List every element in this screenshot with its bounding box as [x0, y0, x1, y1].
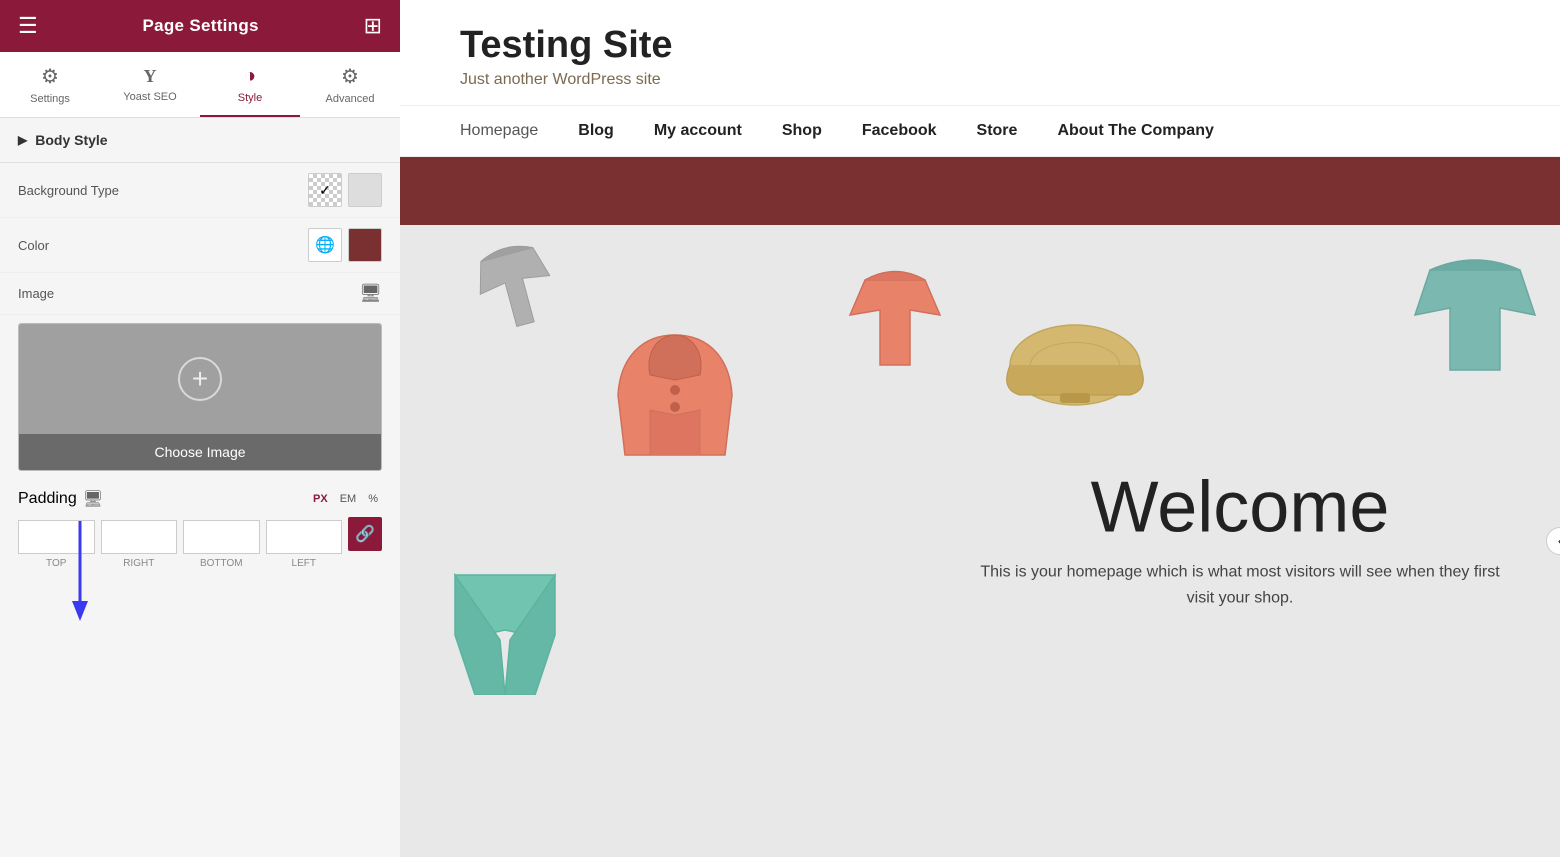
tab-style-label: Style [238, 92, 262, 104]
site-nav: Homepage Blog My account Shop Facebook S… [400, 105, 1560, 157]
hamburger-icon[interactable]: ☰ [18, 13, 38, 39]
tab-advanced-label: Advanced [326, 93, 375, 105]
padding-bottom-label: BOTTOM [200, 558, 243, 569]
image-controls: 🖥 [359, 283, 382, 304]
nav-facebook[interactable]: Facebook [862, 122, 937, 140]
grid-icon[interactable]: ⊞ [364, 13, 382, 39]
clothing-gray-shirt [470, 235, 560, 335]
hero-text: Welcome This is your homepage which is w… [980, 471, 1500, 610]
sidebar: ☰ Page Settings ⊞ ⚙ Settings Y Yoast SEO… [0, 0, 400, 857]
clothing-teal-shirt [1410, 240, 1540, 380]
padding-label-group: Padding 🖥 [18, 489, 103, 509]
background-type-row: Background Type ✓ [0, 163, 400, 218]
tab-yoast-seo[interactable]: Y Yoast SEO [100, 52, 200, 117]
site-tagline: Just another WordPress site [460, 71, 1500, 89]
page-settings-title: Page Settings [142, 16, 258, 36]
style-icon: ◑ [244, 65, 256, 88]
unit-px-btn[interactable]: PX [309, 491, 332, 507]
padding-top-input[interactable] [18, 520, 95, 554]
background-type-image-btn[interactable] [348, 173, 382, 207]
tab-yoast-label: Yoast SEO [123, 91, 176, 103]
hero-content: ‹ [400, 225, 1560, 857]
section-collapse-arrow: ▶ [18, 133, 27, 147]
image-preview[interactable]: + [19, 324, 381, 434]
link-padding-button[interactable]: 🔗 [348, 517, 382, 551]
tab-style[interactable]: ◑ Style [200, 52, 300, 117]
padding-label: Padding [18, 490, 77, 508]
color-label: Color [18, 238, 308, 253]
padding-left-field: LEFT [266, 520, 343, 569]
padding-right-input[interactable] [101, 520, 178, 554]
add-image-icon: + [178, 357, 222, 401]
nav-about-company[interactable]: About The Company [1057, 122, 1213, 140]
nav-store[interactable]: Store [977, 122, 1018, 140]
unit-em-btn[interactable]: EM [336, 491, 361, 507]
choose-image-button[interactable]: Choose Image [19, 434, 381, 470]
nav-blog[interactable]: Blog [578, 122, 614, 140]
color-row: Color 🌐 [0, 218, 400, 273]
nav-shop[interactable]: Shop [782, 122, 822, 140]
clothing-tan-cap [1000, 305, 1150, 425]
unit-percent-btn[interactable]: % [364, 491, 382, 507]
sidebar-content: ▶ Body Style Background Type ✓ Color 🌐 [0, 118, 400, 857]
sidebar-tabs: ⚙ Settings Y Yoast SEO ◑ Style ⚙ Advance… [0, 52, 400, 118]
clothing-pink-shirt [840, 255, 950, 375]
padding-top-label: TOP [46, 558, 66, 569]
background-type-controls: ✓ [308, 173, 382, 207]
image-row: Image 🖥 [0, 273, 400, 315]
welcome-subtext: This is your homepage which is what most… [980, 559, 1500, 610]
padding-bottom-input[interactable] [183, 520, 260, 554]
yoast-icon: Y [144, 66, 157, 87]
nav-homepage[interactable]: Homepage [460, 122, 538, 140]
padding-left-label: LEFT [292, 558, 316, 569]
background-type-solid-btn[interactable]: ✓ [308, 173, 342, 207]
clothing-pink-jacket [610, 325, 740, 465]
padding-label-row: Padding 🖥 PX EM % [18, 489, 382, 509]
color-controls: 🌐 [308, 228, 382, 262]
padding-bottom-field: BOTTOM [183, 520, 260, 569]
padding-unit-buttons: PX EM % [309, 491, 382, 507]
image-monitor-icon: 🖥 [359, 283, 382, 304]
padding-right-field: RIGHT [101, 520, 178, 569]
site-header: Testing Site Just another WordPress site [400, 0, 1560, 105]
clothing-teal-shorts [445, 565, 565, 695]
padding-left-input[interactable] [266, 520, 343, 554]
main-content: Testing Site Just another WordPress site… [400, 0, 1560, 857]
settings-icon: ⚙ [41, 64, 59, 89]
color-swatch[interactable] [348, 228, 382, 262]
welcome-heading: Welcome [980, 471, 1500, 543]
padding-inputs: TOP RIGHT BOTTOM LEFT 🔗 [18, 517, 382, 571]
sidebar-header: ☰ Page Settings ⊞ [0, 0, 400, 52]
background-type-label: Background Type [18, 183, 308, 198]
body-style-label: Body Style [35, 132, 107, 148]
padding-top-field: TOP [18, 520, 95, 569]
tab-advanced[interactable]: ⚙ Advanced [300, 52, 400, 117]
padding-section: Padding 🖥 PX EM % TOP RIGHT [0, 479, 400, 581]
site-title: Testing Site [460, 24, 1500, 67]
nav-my-account[interactable]: My account [654, 122, 742, 140]
body-style-section[interactable]: ▶ Body Style [0, 118, 400, 163]
tab-settings[interactable]: ⚙ Settings [0, 52, 100, 117]
image-upload-area[interactable]: + Choose Image [18, 323, 382, 471]
padding-right-label: RIGHT [123, 558, 154, 569]
padding-monitor-icon: 🖥 [83, 489, 103, 509]
image-section: Image 🖥 + Choose Image [0, 273, 400, 471]
advanced-icon: ⚙ [341, 64, 359, 89]
image-label: Image [18, 286, 359, 301]
hero-banner [400, 157, 1560, 225]
color-global-btn[interactable]: 🌐 [308, 228, 342, 262]
tab-settings-label: Settings [30, 93, 70, 105]
